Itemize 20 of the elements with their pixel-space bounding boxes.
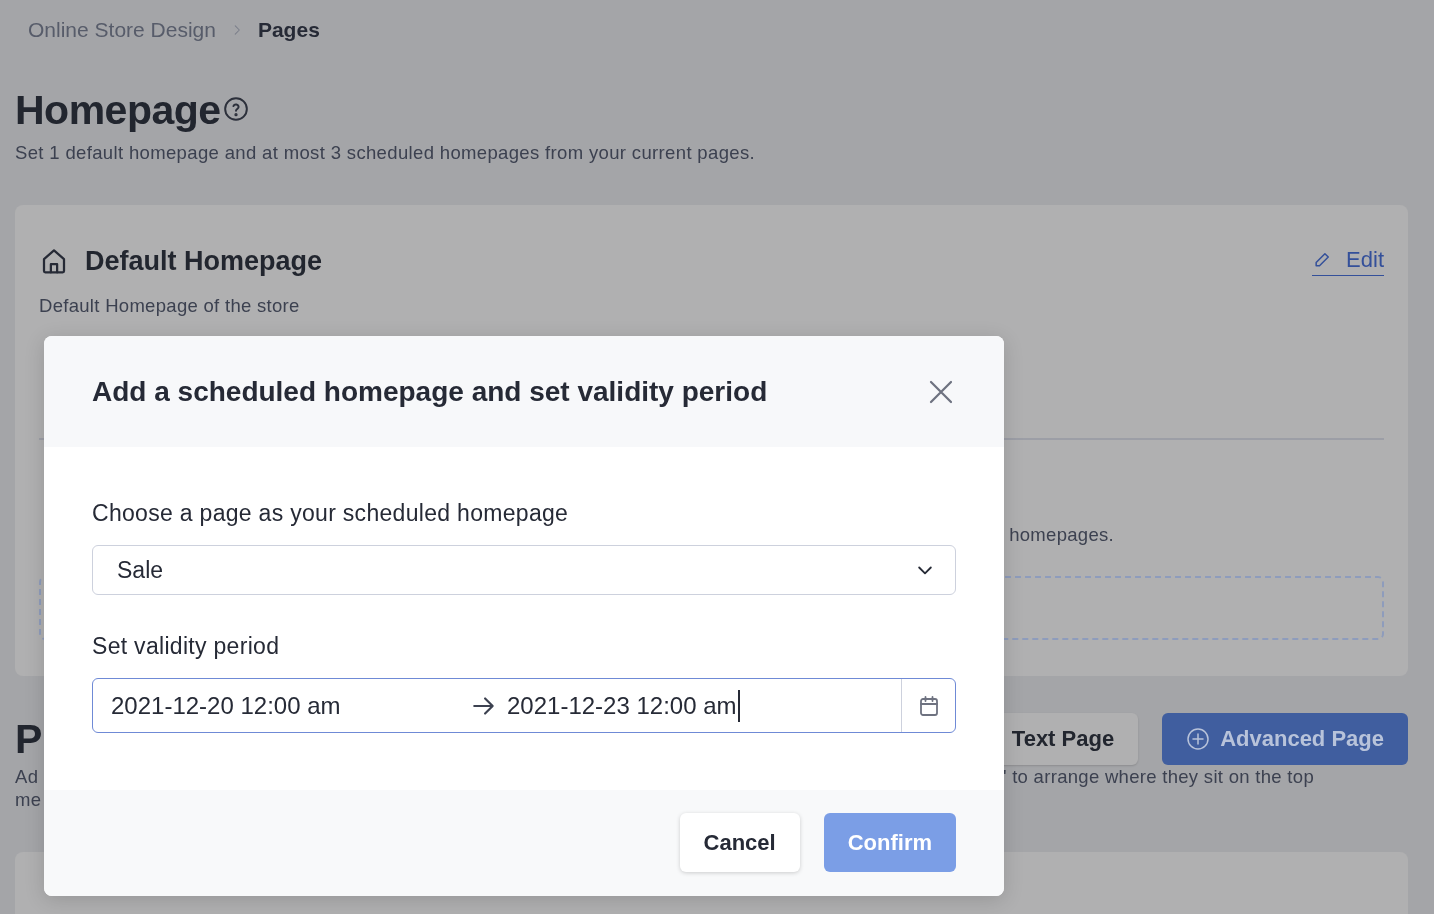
section-description: ' to arrange where they sit on the top: [1002, 765, 1314, 788]
add-advanced-page-button[interactable]: Advanced Page: [1162, 713, 1408, 765]
section-title: P: [15, 715, 43, 763]
field-label: Set validity period: [92, 633, 281, 660]
section-description: me: [15, 788, 42, 811]
page-title: Homepage: [15, 86, 221, 134]
edit-link[interactable]: Edit: [1312, 246, 1384, 276]
breadcrumb-current: Pages: [257, 18, 320, 42]
help-icon[interactable]: [222, 96, 249, 122]
modal-title: Add a scheduled homepage and set validity period: [92, 375, 769, 408]
card-subtitle: Default Homepage of the store: [39, 295, 301, 317]
field-label: Choose a page as your scheduled homepage: [92, 500, 570, 527]
page-subtitle: Set 1 default homepage and at most 3 scheduled homepages from your current pages.: [15, 142, 756, 164]
card-title: Default Homepage: [85, 245, 323, 277]
plus-circle-icon: [1186, 727, 1211, 751]
cancel-button[interactable]: Cancel: [679, 813, 800, 872]
page-select[interactable]: Sale: [92, 545, 956, 595]
date-range-field[interactable]: 2021-12-20 12:00 am 2021-12-23 12:00 am: [92, 678, 956, 733]
section-description: Ad: [15, 765, 39, 788]
section-text: homepages.: [1009, 524, 1114, 546]
